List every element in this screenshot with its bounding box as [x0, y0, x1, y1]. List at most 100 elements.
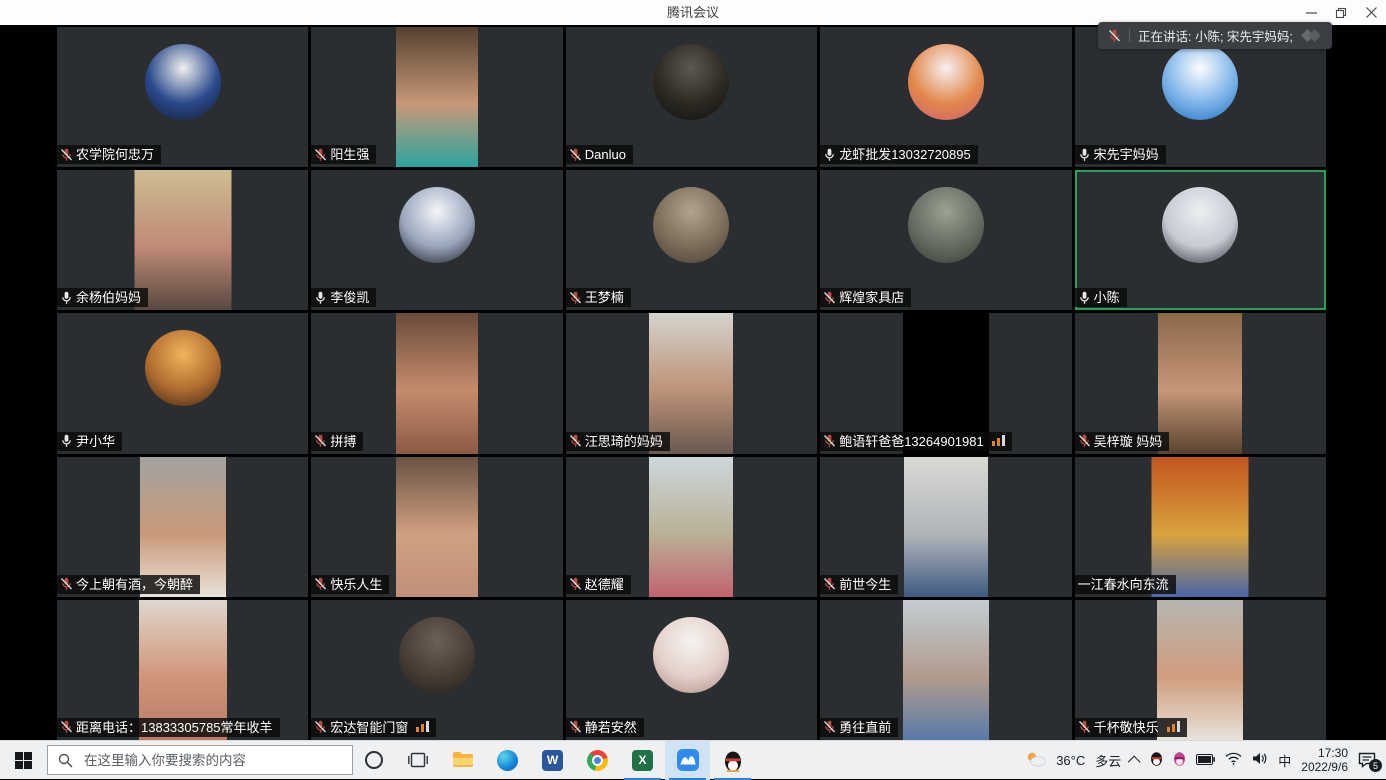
taskbar-app-edge[interactable] [485, 741, 530, 780]
participant-tile[interactable]: 赵德耀 [566, 457, 817, 597]
participant-tile[interactable]: 王梦楠 [566, 170, 817, 310]
participant-tile[interactable]: 李俊凯 [311, 170, 562, 310]
mic-icon [60, 577, 73, 591]
tray-expand-chevron-icon[interactable] [1128, 755, 1141, 768]
participant-tile[interactable]: 汪思琦的妈妈 [566, 313, 817, 453]
taskbar-app-tencent-meeting[interactable] [665, 741, 710, 780]
participant-tile[interactable]: 勇往直前 [820, 600, 1071, 740]
participant-video [908, 187, 984, 263]
qq-tray-icon[interactable] [1150, 751, 1163, 769]
participant-video [904, 457, 988, 597]
participant-tile[interactable]: 余杨伯妈妈 [57, 170, 308, 310]
participant-name: 今上朝有酒，今朝醉 [76, 577, 193, 592]
participant-tile[interactable]: 一江春水向东流 [1075, 457, 1326, 597]
mic-icon [823, 148, 836, 162]
mic-icon [569, 291, 582, 305]
taskbar-search[interactable] [47, 745, 353, 775]
mic-icon [1078, 720, 1091, 734]
participant-name: 汪思琦的妈妈 [585, 434, 663, 449]
participant-name: 宋先宇妈妈 [1094, 147, 1159, 162]
taskbar-app-file-explorer[interactable] [440, 741, 485, 780]
battery-icon[interactable] [1196, 753, 1215, 768]
taskbar-app-word[interactable]: W [530, 741, 575, 780]
action-center-button[interactable]: 5 [1358, 752, 1376, 768]
participant-tile[interactable]: 距离电话：13833305785常年收羊 [57, 600, 308, 740]
network-signal-icon [416, 721, 429, 733]
participant-tile[interactable]: 今上朝有酒，今朝醉 [57, 457, 308, 597]
mic-icon [314, 148, 327, 162]
mic-icon [314, 291, 327, 305]
taskbar-app-qq[interactable] [710, 741, 755, 780]
participant-tile[interactable]: 农学院何忠万 [57, 27, 308, 167]
participant-tile[interactable]: 吴梓璇 妈妈 [1075, 313, 1326, 453]
participant-tile[interactable]: 龙虾批发13032720895 [820, 27, 1071, 167]
participant-label: 龙虾批发13032720895 [820, 145, 978, 164]
ime-indicator[interactable]: 中 [1278, 751, 1291, 770]
participant-label: 快乐人生 [311, 575, 389, 594]
participant-name: Danluo [585, 147, 626, 162]
participant-name: 千杯敬快乐 [1094, 720, 1159, 735]
taskbar-app-chrome[interactable] [575, 741, 620, 780]
participant-tile[interactable]: 宏达智能门窗 [311, 600, 562, 740]
participant-tile[interactable]: 静若安然 [566, 600, 817, 740]
weather-temperature[interactable]: 36°C [1056, 753, 1085, 768]
start-button[interactable] [0, 741, 47, 780]
taskbar-apps: WX [395, 741, 755, 780]
weather-condition[interactable]: 多云 [1095, 751, 1121, 770]
participant-name: 小陈 [1094, 290, 1120, 305]
clock-date: 2022/9/6 [1301, 760, 1348, 774]
participant-label: 阳生强 [311, 145, 376, 164]
wifi-icon[interactable] [1225, 752, 1242, 768]
network-signal-icon [1167, 721, 1180, 733]
participant-label: 赵德耀 [566, 575, 631, 594]
qq-pink-tray-icon[interactable] [1173, 751, 1186, 769]
participant-name: 阳生强 [330, 147, 369, 162]
participant-label: 静若安然 [566, 718, 644, 737]
participant-tile[interactable]: 尹小华 [57, 313, 308, 453]
mic-icon [60, 291, 73, 305]
minimize-button[interactable] [1296, 0, 1326, 25]
participant-video [396, 27, 478, 167]
participant-tile[interactable]: 小陈 [1075, 170, 1326, 310]
taskbar-app-task-view[interactable] [395, 741, 440, 780]
participant-video [653, 617, 729, 693]
participant-video [908, 44, 984, 120]
participant-tile[interactable]: 阳生强 [311, 27, 562, 167]
taskbar-clock[interactable]: 17:30 2022/9/6 [1301, 746, 1348, 774]
participant-label: 吴梓璇 妈妈 [1075, 432, 1170, 451]
participant-tile[interactable]: 辉煌家具店 [820, 170, 1071, 310]
participant-name: 赵德耀 [585, 577, 624, 592]
meeting-watermark-icon [1303, 31, 1319, 40]
participant-label: 汪思琦的妈妈 [566, 432, 670, 451]
participant-label: 一江春水向东流 [1075, 575, 1176, 594]
participant-label: 余杨伯妈妈 [57, 288, 148, 307]
participant-tile[interactable]: 快乐人生 [311, 457, 562, 597]
close-button[interactable] [1356, 0, 1386, 25]
cortana-icon [365, 751, 383, 769]
participant-name: 宏达智能门窗 [330, 720, 408, 735]
cortana-button[interactable] [353, 741, 395, 780]
participant-name: 距离电话：13833305785常年收羊 [76, 720, 273, 735]
participant-tile[interactable]: 鲍语轩爸爸13264901981 [820, 313, 1071, 453]
restore-button[interactable] [1326, 0, 1356, 25]
participant-video [145, 44, 221, 120]
participant-label: 尹小华 [57, 432, 122, 451]
participant-label: 农学院何忠万 [57, 145, 161, 164]
search-input[interactable] [82, 752, 342, 769]
participant-tile[interactable]: 千杯敬快乐 [1075, 600, 1326, 740]
taskbar-app-excel[interactable]: X [620, 741, 665, 780]
mic-icon [823, 720, 836, 734]
minimize-icon [1306, 7, 1317, 18]
participant-tile[interactable]: 拼搏 [311, 313, 562, 453]
participant-name: 快乐人生 [330, 577, 382, 592]
participant-label: 鲍语轩爸爸13264901981 [820, 432, 1012, 451]
speaking-toast: 正在讲话: 小陈; 宋先宇妈妈; [1098, 22, 1332, 49]
participant-tile[interactable]: 前世今生 [820, 457, 1071, 597]
participant-name: 尹小华 [76, 434, 115, 449]
weather-icon[interactable] [1025, 751, 1046, 770]
participant-video [653, 44, 729, 120]
participant-tile[interactable]: Danluo [566, 27, 817, 167]
volume-icon[interactable] [1252, 752, 1268, 768]
mic-icon [60, 720, 73, 734]
participant-name: 余杨伯妈妈 [76, 290, 141, 305]
